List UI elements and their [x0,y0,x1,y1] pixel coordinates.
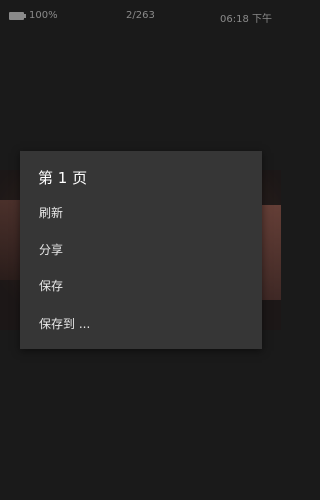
status-bar: 100% 2/263 06:18 下午 [0,0,281,34]
menu-item-share[interactable]: 分享 [20,232,262,268]
screen: 100% 2/263 06:18 下午 第 1 页 刷新 分享 保存 保存到 .… [0,0,281,500]
menu-item-save-to[interactable]: 保存到 ... [20,306,262,342]
menu-item-refresh[interactable]: 刷新 [20,195,262,231]
time: 06:18 下午 [220,14,272,25]
battery-icon [9,12,26,20]
background-photo-edge-left [0,200,22,280]
page-counter: 2/263 [126,10,155,21]
menu-item-save[interactable]: 保存 [20,268,262,304]
battery-text: 100% [29,10,58,21]
menu-title: 第 1 页 [38,169,88,187]
context-menu: 第 1 页 刷新 分享 保存 保存到 ... [20,151,262,349]
